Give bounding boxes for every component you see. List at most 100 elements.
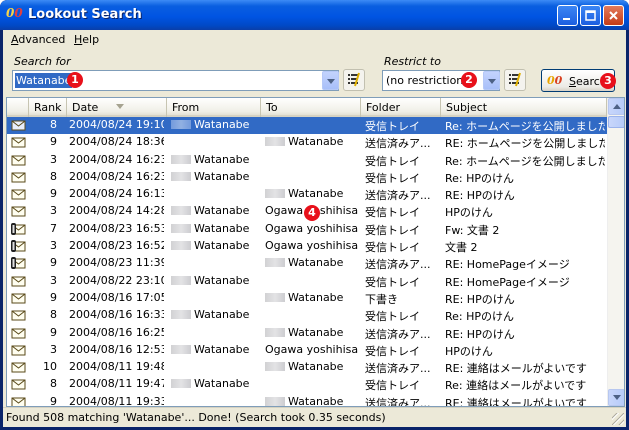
redacted-name-blur xyxy=(265,292,285,302)
rank-cell: 3 xyxy=(50,273,57,287)
col-rank-header[interactable]: Rank xyxy=(29,98,67,117)
subject-cell: RE: ホームページを公開しました xyxy=(445,137,605,151)
results-list[interactable]: Rank Date From To Folder Subject 8 2004/0… xyxy=(6,97,625,407)
maximize-icon xyxy=(585,10,596,21)
search-history-dropdown-button[interactable] xyxy=(322,71,339,90)
to-cell: Watanabe xyxy=(265,326,361,339)
vertical-scrollbar[interactable] xyxy=(607,98,624,406)
lookout-logo-icon: 00 xyxy=(547,74,563,87)
callout-badge-4: 4 xyxy=(304,205,320,221)
to-cell: Watanabe xyxy=(265,395,361,406)
search-input[interactable]: Watanabe xyxy=(12,70,339,91)
result-row[interactable]: 7 2004/08/23 16:53 Watanabe Ogawa yoshihisa… xyxy=(7,221,607,238)
col-from-header[interactable]: From xyxy=(167,98,261,117)
to-cell: Watanabe xyxy=(265,135,361,148)
menu-help[interactable]: Help xyxy=(74,33,99,46)
to-cell: Ogawa yoshihisa xyxy=(265,239,359,253)
redacted-name-blur xyxy=(171,310,191,320)
from-cell: Watanabe xyxy=(171,377,263,390)
sort-descending-icon xyxy=(116,104,124,109)
col-subject-header[interactable]: Subject xyxy=(441,98,607,117)
resize-grip[interactable] xyxy=(612,413,624,425)
result-row[interactable]: 9 2004/08/23 11:39 Watanabe 送信済みア... RE: Hom… xyxy=(7,255,607,272)
result-row[interactable]: 8 2004/08/24 16:23 Watanabe 受信トレイ Re: HPのけん xyxy=(7,169,607,186)
date-cell: 2004/08/24 14:28 xyxy=(69,204,164,218)
rank-cell: 8 xyxy=(50,118,57,131)
result-row[interactable]: 9 2004/08/24 16:13 Watanabe 送信済みア... RE: HPの… xyxy=(7,186,607,203)
col-date-header[interactable]: Date xyxy=(67,98,167,117)
result-row[interactable]: 10 2004/08/11 19:48 Watanabe 送信済みア... RE: 連絡… xyxy=(7,359,607,376)
date-cell: 2004/08/16 17:05 xyxy=(69,290,164,304)
scroll-down-button[interactable] xyxy=(608,389,624,406)
rank-cell: 7 xyxy=(50,221,57,235)
from-cell: Watanabe xyxy=(171,274,263,287)
rank-cell: 8 xyxy=(50,377,57,391)
options-list-icon xyxy=(348,72,360,87)
status-text: Found 508 matching 'Watanabe'... Done! (… xyxy=(6,411,386,424)
subject-cell: HPのけん xyxy=(445,344,493,358)
redacted-name-blur xyxy=(171,171,191,181)
restrict-dropdown-button[interactable] xyxy=(483,71,500,90)
col-icon-header[interactable] xyxy=(7,98,29,117)
title-bar[interactable]: 00 Lookout Search xyxy=(0,0,629,30)
subject-cell: RE: HPのけん xyxy=(445,292,515,306)
result-row[interactable]: 9 2004/08/11 19:33 Watanabe 送信済みア... RE: 連絡は… xyxy=(7,394,607,407)
app-window: 00 Lookout Search Advanced Help Search f… xyxy=(0,0,629,430)
redacted-name-blur xyxy=(171,154,191,164)
subject-cell: RE: 連絡はメールがよいです xyxy=(445,362,587,376)
to-cell: Ogawa yoshihisa xyxy=(265,221,359,235)
folder-cell: 送信済みア... xyxy=(365,362,431,376)
rank-cell: 3 xyxy=(50,152,57,166)
subject-cell: Re: 連絡はメールがよいです xyxy=(445,379,587,393)
search-for-label: Search for xyxy=(14,55,71,68)
menu-advanced[interactable]: Advanced xyxy=(11,33,65,46)
date-cell: 2004/08/11 19:48 xyxy=(69,360,164,374)
date-cell: 2004/08/24 16:13 xyxy=(69,187,164,201)
to-cell: Watanabe xyxy=(265,187,361,200)
result-row[interactable]: 3 2004/08/16 12:53 Watanabe Ogawa yoshihisa… xyxy=(7,342,607,359)
scroll-up-button[interactable] xyxy=(608,98,624,115)
subject-cell: Fw: 文書 2 xyxy=(445,223,500,237)
result-row[interactable]: 8 2004/08/11 19:47 Watanabe 受信トレイ Re: 連絡はメール… xyxy=(7,376,607,393)
envelope-icon xyxy=(11,344,27,357)
folder-cell: 送信済みア... xyxy=(365,396,431,407)
folder-cell: 送信済みア... xyxy=(365,258,431,272)
col-to-header[interactable]: To xyxy=(261,98,361,117)
col-folder-header[interactable]: Folder xyxy=(361,98,441,117)
result-row[interactable]: 9 2004/08/24 18:36 Watanabe 送信済みア... RE: ホーム… xyxy=(7,134,607,151)
result-row[interactable]: 8 2004/08/16 16:33 Watanabe 受信トレイ Re: HPのけん xyxy=(7,307,607,324)
date-cell: 2004/08/24 16:23 xyxy=(69,152,164,166)
rank-cell: 8 xyxy=(50,308,57,322)
rank-cell: 3 xyxy=(50,239,57,253)
result-row[interactable]: 3 2004/08/23 16:52 Watanabe Ogawa yoshihisa… xyxy=(7,238,607,255)
search-options-button[interactable] xyxy=(343,69,365,91)
result-row[interactable]: 3 2004/08/24 16:23 Watanabe 受信トレイ Re: ホームページ… xyxy=(7,152,607,169)
redacted-name-blur xyxy=(171,275,191,285)
result-row[interactable]: 3 2004/08/22 23:10 Watanabe 受信トレイ RE: HomePa… xyxy=(7,273,607,290)
result-row[interactable]: 9 2004/08/16 16:25 Watanabe 送信済みア... RE: HPの… xyxy=(7,325,607,342)
redacted-name-blur xyxy=(171,120,191,129)
close-button[interactable] xyxy=(603,5,624,26)
envelope-icon xyxy=(11,396,27,406)
redacted-name-blur xyxy=(171,223,191,233)
date-cell: 2004/08/22 23:10 xyxy=(69,273,164,287)
result-row[interactable]: 9 2004/08/16 17:05 Watanabe 下書き RE: HPのけん xyxy=(7,290,607,307)
envelope-icon xyxy=(11,136,27,149)
results-header: Rank Date From To Folder Subject xyxy=(7,98,607,117)
to-cell: Watanabe xyxy=(265,360,361,373)
minimize-button[interactable] xyxy=(557,5,578,26)
redacted-name-blur xyxy=(171,241,191,251)
result-row[interactable]: 8 2004/08/24 19:10 Watanabe 受信トレイ Re: ホームページ… xyxy=(7,117,607,135)
subject-cell: Re: HPのけん xyxy=(445,171,515,185)
subject-cell: RE: HPのけん xyxy=(445,189,515,203)
maximize-button[interactable] xyxy=(580,5,601,26)
folder-cell: 受信トレイ xyxy=(365,154,420,168)
scroll-thumb[interactable] xyxy=(608,116,624,128)
folder-cell: 受信トレイ xyxy=(365,275,420,289)
callout-badge-3: 3 xyxy=(600,73,616,89)
restrict-options-button[interactable] xyxy=(504,69,526,91)
subject-cell: HPのけん xyxy=(445,206,493,220)
date-cell: 2004/08/24 16:23 xyxy=(69,169,164,183)
date-cell: 2004/08/16 16:25 xyxy=(69,325,164,339)
app-logo-icon: 00 xyxy=(6,6,23,20)
